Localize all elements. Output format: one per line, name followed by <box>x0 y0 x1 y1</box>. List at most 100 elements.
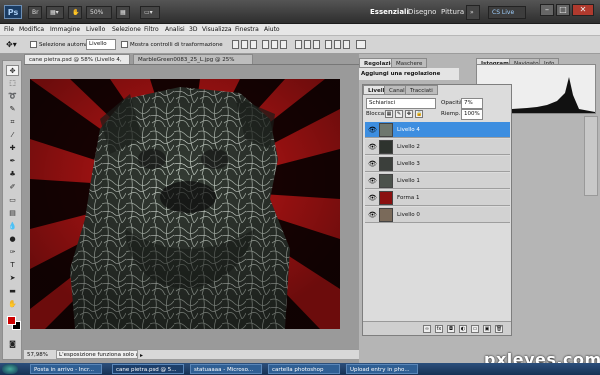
bridge-button[interactable]: Br <box>28 6 42 19</box>
marquee-tool-icon[interactable]: ⬚ <box>6 78 19 89</box>
document-canvas[interactable] <box>30 79 340 329</box>
move-tool-icon[interactable]: ✥ <box>6 65 19 76</box>
fill-input[interactable]: 100% <box>461 109 483 120</box>
quick-mask-icon[interactable]: ◙ <box>6 339 19 350</box>
zoom-level[interactable]: 50% <box>86 6 112 19</box>
layer-row[interactable]: 👁 Livello 4 <box>365 122 510 138</box>
menu-selezione[interactable]: Selezione <box>109 24 144 36</box>
hand-icon[interactable]: ✋ <box>68 6 82 19</box>
shape-tool-icon[interactable]: ▬ <box>6 286 19 297</box>
lock-transparency-icon[interactable]: ▦ <box>385 110 393 118</box>
align-top-icon[interactable] <box>232 40 239 49</box>
distribute-right-icon[interactable] <box>343 40 350 49</box>
layer-row[interactable]: 👁 Livello 1 <box>365 173 510 189</box>
distribute-vcenter-icon[interactable] <box>304 40 311 49</box>
eye-icon[interactable]: 👁 <box>368 211 377 219</box>
start-button[interactable] <box>2 364 18 374</box>
eraser-tool-icon[interactable]: ▭ <box>6 195 19 206</box>
pen-tool-icon[interactable]: ✑ <box>6 247 19 258</box>
distribute-hcenter-icon[interactable] <box>334 40 341 49</box>
menu-analisi[interactable]: Analisi <box>162 24 188 36</box>
type-tool-icon[interactable]: T <box>6 260 19 271</box>
auto-select-checkbox[interactable] <box>30 41 37 48</box>
eye-icon[interactable]: 👁 <box>368 177 377 185</box>
auto-align-icon[interactable] <box>356 40 366 49</box>
menu-visualizza[interactable]: Visualizza <box>199 24 235 36</box>
opacity-input[interactable]: 7% <box>461 98 483 109</box>
close-icon[interactable]: ✕ <box>572 4 594 16</box>
new-layer-icon[interactable]: ▣ <box>483 325 491 333</box>
crop-tool-icon[interactable]: ⌗ <box>6 117 19 128</box>
eye-icon[interactable]: 👁 <box>368 126 377 134</box>
align-hcenter-icon[interactable] <box>271 40 278 49</box>
layer-row[interactable]: 👁 Livello 3 <box>365 156 510 172</box>
menu-aiuto[interactable]: Aiuto <box>261 24 283 36</box>
status-zoom[interactable]: 57,98% <box>27 350 48 360</box>
taskbar-item[interactable]: cane pietra.psd @ 5... <box>112 364 184 374</box>
layer-row[interactable]: 👁 Forma 1 <box>365 190 510 206</box>
blur-tool-icon[interactable]: 💧 <box>6 221 19 232</box>
menu-modifica[interactable]: Modifica <box>16 24 47 36</box>
clone-stamp-icon[interactable]: ♣ <box>6 169 19 180</box>
eye-icon[interactable]: 👁 <box>368 194 377 202</box>
brush-tool-icon[interactable]: ✒ <box>6 156 19 167</box>
layer-row[interactable]: 👁 Livello 0 <box>365 207 510 223</box>
align-left-icon[interactable] <box>262 40 269 49</box>
trash-icon[interactable]: 🗑 <box>495 325 503 333</box>
minibridge-button[interactable]: ▦▾ <box>46 6 64 19</box>
document-tab-active[interactable]: cane pietra.psd @ 58% (Livello 4, RGB/8) <box>24 54 130 73</box>
tab-maschere[interactable]: Maschere <box>391 58 428 68</box>
add-mask-icon[interactable]: ◘ <box>447 325 455 333</box>
taskbar-item[interactable]: statuaaaa - Microso... <box>190 364 262 374</box>
menu-livello[interactable]: Livello <box>83 24 108 36</box>
workspace-essentials[interactable]: Essenziali <box>370 5 409 20</box>
align-bottom-icon[interactable] <box>250 40 257 49</box>
lock-pixels-icon[interactable]: ✎ <box>395 110 403 118</box>
workspace-design[interactable]: Disegno <box>408 5 436 20</box>
foreground-color-swatch[interactable] <box>7 316 16 325</box>
layer-style-icon[interactable]: fx <box>435 325 443 333</box>
taskbar-item[interactable]: cartella photoshop <box>268 364 340 374</box>
transform-controls-checkbox[interactable] <box>121 41 128 48</box>
eyedropper-tool-icon[interactable]: ⁄ <box>6 130 19 141</box>
layer-row[interactable]: 👁 Livello 2 <box>365 139 510 155</box>
maximize-icon[interactable]: □ <box>556 4 570 16</box>
tab-tracciati[interactable]: Tracciati <box>405 85 438 95</box>
minimize-icon[interactable]: – <box>540 4 554 16</box>
move-tool-icon[interactable]: ✥▾ <box>6 39 22 51</box>
healing-brush-icon[interactable]: ✚ <box>6 143 19 154</box>
auto-select-dropdown[interactable]: Livello <box>86 39 116 50</box>
hand-tool-icon[interactable]: ✋ <box>6 299 19 310</box>
lasso-tool-icon[interactable]: ➰ <box>6 91 19 102</box>
workspace-painting[interactable]: Pittura <box>441 5 464 20</box>
eye-icon[interactable]: 👁 <box>368 143 377 151</box>
distribute-top-icon[interactable] <box>295 40 302 49</box>
menu-immagine[interactable]: Immagine <box>47 24 83 36</box>
lock-all-icon[interactable]: 🔒 <box>415 110 423 118</box>
menu-file[interactable]: File <box>1 24 17 36</box>
menu-filtro[interactable]: Filtro <box>141 24 162 36</box>
adjustment-layer-icon[interactable]: ◐ <box>459 325 467 333</box>
taskbar-item[interactable]: Posta in arrivo - Incr... <box>30 364 102 374</box>
gradient-tool-icon[interactable]: ▤ <box>6 208 19 219</box>
history-brush-icon[interactable]: ✐ <box>6 182 19 193</box>
lock-position-icon[interactable]: ✥ <box>405 110 413 118</box>
more-workspaces-icon[interactable]: » <box>466 5 480 20</box>
eye-icon[interactable]: 👁 <box>368 160 377 168</box>
status-arrow-icon[interactable]: ▸ <box>140 351 143 361</box>
align-vcenter-icon[interactable] <box>241 40 248 49</box>
align-right-icon[interactable] <box>280 40 287 49</box>
path-select-tool-icon[interactable]: ➤ <box>6 273 19 284</box>
screen-mode-icon[interactable]: ▭▾ <box>140 6 160 19</box>
cs-live-button[interactable]: CS Live <box>488 6 526 19</box>
document-tab-inactive[interactable]: MarbleGreen0083_25_L.jpg @ 25% (RGB/8) <box>133 54 253 73</box>
distribute-bottom-icon[interactable] <box>313 40 320 49</box>
taskbar-item[interactable]: Upload entry in pho... <box>346 364 418 374</box>
menu-finestra[interactable]: Finestra <box>232 24 262 36</box>
quick-select-tool-icon[interactable]: ✎ <box>6 104 19 115</box>
link-layers-icon[interactable]: ∞ <box>423 325 431 333</box>
new-group-icon[interactable]: ▭ <box>471 325 479 333</box>
dodge-tool-icon[interactable]: ● <box>6 234 19 245</box>
grid-icon[interactable]: ▦ <box>116 6 130 19</box>
distribute-left-icon[interactable] <box>325 40 332 49</box>
